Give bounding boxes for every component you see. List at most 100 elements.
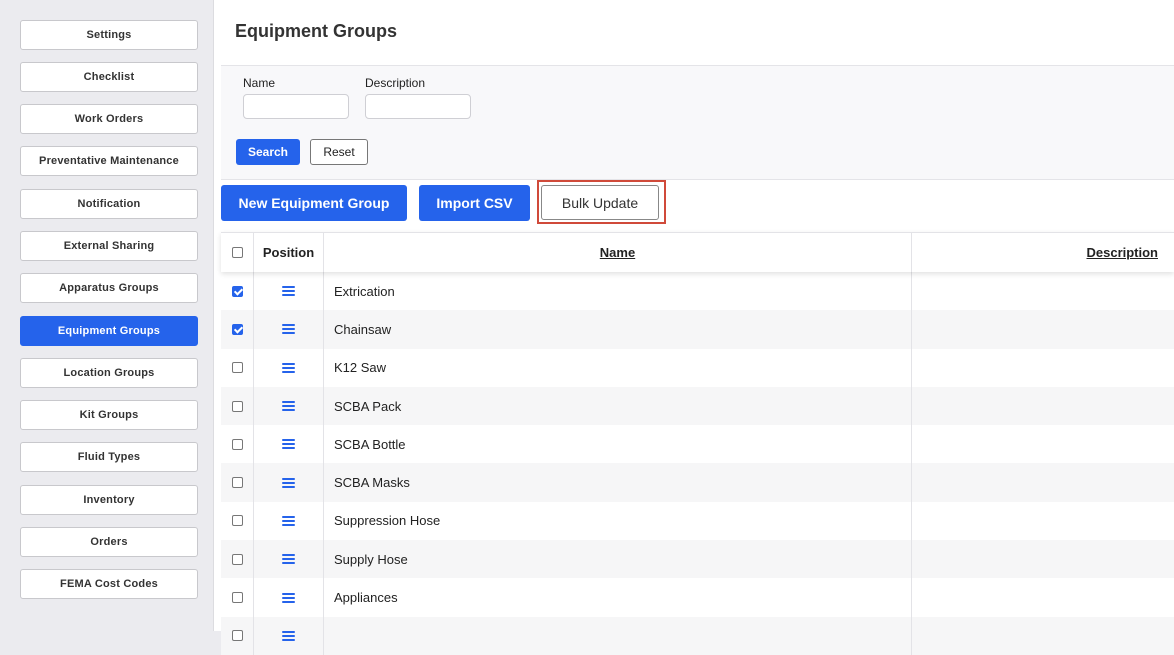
row-checkbox[interactable] [231, 400, 243, 412]
drag-handle-icon[interactable] [282, 592, 295, 603]
select-all-cell [221, 233, 253, 272]
sidebar-item-preventative-maintenance[interactable]: Preventative Maintenance [20, 146, 198, 176]
name-cell: Suppression Hose [324, 501, 912, 541]
row-select-cell [221, 463, 253, 501]
row-checkbox[interactable] [231, 323, 243, 335]
drag-handle-icon[interactable] [282, 324, 295, 335]
row-select-cell [221, 310, 253, 348]
sidebar-item-kit-groups[interactable]: Kit Groups [20, 400, 198, 430]
description-filter-input[interactable] [365, 94, 471, 119]
row-name: Chainsaw [334, 321, 392, 337]
drag-handle-icon[interactable] [282, 477, 295, 488]
name-cell: Chainsaw [324, 310, 912, 349]
description-cell [912, 617, 1174, 655]
drag-handle-icon[interactable] [282, 401, 295, 412]
name-filter-input[interactable] [243, 94, 349, 119]
name-cell: SCBA Masks [324, 463, 912, 502]
table-row: Appliances [221, 578, 1174, 617]
sidebar-item-fema-cost-codes[interactable]: FEMA Cost Codes [20, 569, 198, 599]
sidebar-item-equipment-groups[interactable]: Equipment Groups [20, 316, 198, 346]
row-select-cell [221, 617, 253, 655]
description-cell [912, 540, 1174, 578]
position-header: Position [253, 233, 324, 272]
select-all-checkbox[interactable] [231, 247, 243, 258]
position-cell [253, 386, 324, 426]
row-select-cell [221, 540, 253, 578]
description-cell [912, 502, 1174, 540]
description-header[interactable]: Description [912, 233, 1174, 272]
row-checkbox[interactable] [231, 438, 243, 450]
name-cell: K12 Saw [324, 348, 912, 387]
name-sort-link[interactable]: Name [600, 245, 635, 260]
drag-handle-icon[interactable] [282, 439, 295, 450]
row-select-cell [221, 387, 253, 425]
description-cell [912, 387, 1174, 425]
row-name: Supply Hose [334, 551, 408, 567]
name-cell: Extrication [324, 272, 912, 311]
position-cell [253, 501, 324, 541]
row-checkbox[interactable] [231, 285, 243, 297]
name-header[interactable]: Name [324, 233, 912, 272]
row-checkbox[interactable] [231, 477, 243, 489]
row-select-cell [221, 425, 253, 463]
sidebar-item-location-groups[interactable]: Location Groups [20, 358, 198, 388]
row-checkbox[interactable] [231, 362, 243, 374]
sidebar-item-fluid-types[interactable]: Fluid Types [20, 442, 198, 472]
name-cell: SCBA Bottle [324, 425, 912, 464]
import-csv-button[interactable]: Import CSV [419, 185, 530, 221]
row-checkbox[interactable] [231, 630, 243, 642]
position-cell [253, 616, 324, 655]
row-name: Suppression Hose [334, 513, 441, 529]
row-select-cell [221, 502, 253, 540]
table-row: Chainsaw [221, 310, 1174, 349]
position-cell [253, 272, 324, 311]
description-sort-link[interactable]: Description [1086, 245, 1158, 260]
drag-handle-icon[interactable] [282, 630, 295, 641]
name-filter-label: Name [243, 76, 276, 90]
new-equipment-group-button[interactable]: New Equipment Group [221, 185, 407, 221]
position-cell [253, 310, 324, 349]
row-checkbox[interactable] [231, 515, 243, 527]
table-row: K12 Saw [221, 348, 1174, 387]
name-cell: Appliances [324, 578, 912, 617]
description-cell [912, 272, 1174, 310]
sidebar-item-inventory[interactable]: Inventory [20, 485, 198, 515]
table-row: Extrication [221, 272, 1174, 311]
bulk-update-button[interactable]: Bulk Update [541, 185, 659, 220]
name-cell: Supply Hose [324, 540, 912, 579]
table-row: Supply Hose [221, 540, 1174, 579]
row-name: SCBA Masks [334, 475, 410, 491]
position-cell [253, 463, 324, 502]
table-row: SCBA Pack [221, 386, 1174, 426]
sidebar-divider [213, 0, 214, 631]
sidebar-item-apparatus-groups[interactable]: Apparatus Groups [20, 273, 198, 303]
row-name: SCBA Bottle [334, 436, 406, 452]
drag-handle-icon[interactable] [282, 554, 295, 565]
drag-handle-icon[interactable] [282, 515, 295, 526]
table-body: Extrication Chainsaw K12 Saw SCBA Pack SCBA … [221, 272, 1174, 655]
description-cell [912, 349, 1174, 387]
description-filter-label: Description [365, 76, 426, 90]
position-cell [253, 348, 324, 387]
sidebar-item-external-sharing[interactable]: External Sharing [20, 231, 198, 261]
page-title: Equipment Groups [235, 21, 397, 41]
search-button[interactable]: Search [236, 139, 300, 165]
row-name: SCBA Pack [334, 398, 402, 414]
sidebar-item-work-orders[interactable]: Work Orders [20, 104, 198, 134]
sidebar-item-settings[interactable]: Settings [20, 20, 198, 50]
sidebar-item-notification[interactable]: Notification [20, 189, 198, 219]
row-select-cell [221, 272, 253, 310]
sidebar-item-checklist[interactable]: Checklist [20, 62, 198, 92]
table-row: SCBA Masks [221, 463, 1174, 502]
drag-handle-icon[interactable] [282, 286, 295, 297]
row-checkbox[interactable] [231, 592, 243, 604]
equipment-groups-table: Position Name Description Extrication Cha… [221, 232, 1174, 655]
main-content: Equipment Groups Name Description Search… [213, 0, 1174, 655]
sidebar-item-orders[interactable]: Orders [20, 527, 198, 557]
position-cell [253, 578, 324, 617]
reset-button[interactable]: Reset [310, 139, 368, 165]
sidebar: Settings Checklist Work Orders Preventat… [0, 0, 213, 631]
row-checkbox[interactable] [231, 553, 243, 565]
table-header: Position Name Description [221, 232, 1174, 272]
drag-handle-icon[interactable] [282, 362, 295, 373]
